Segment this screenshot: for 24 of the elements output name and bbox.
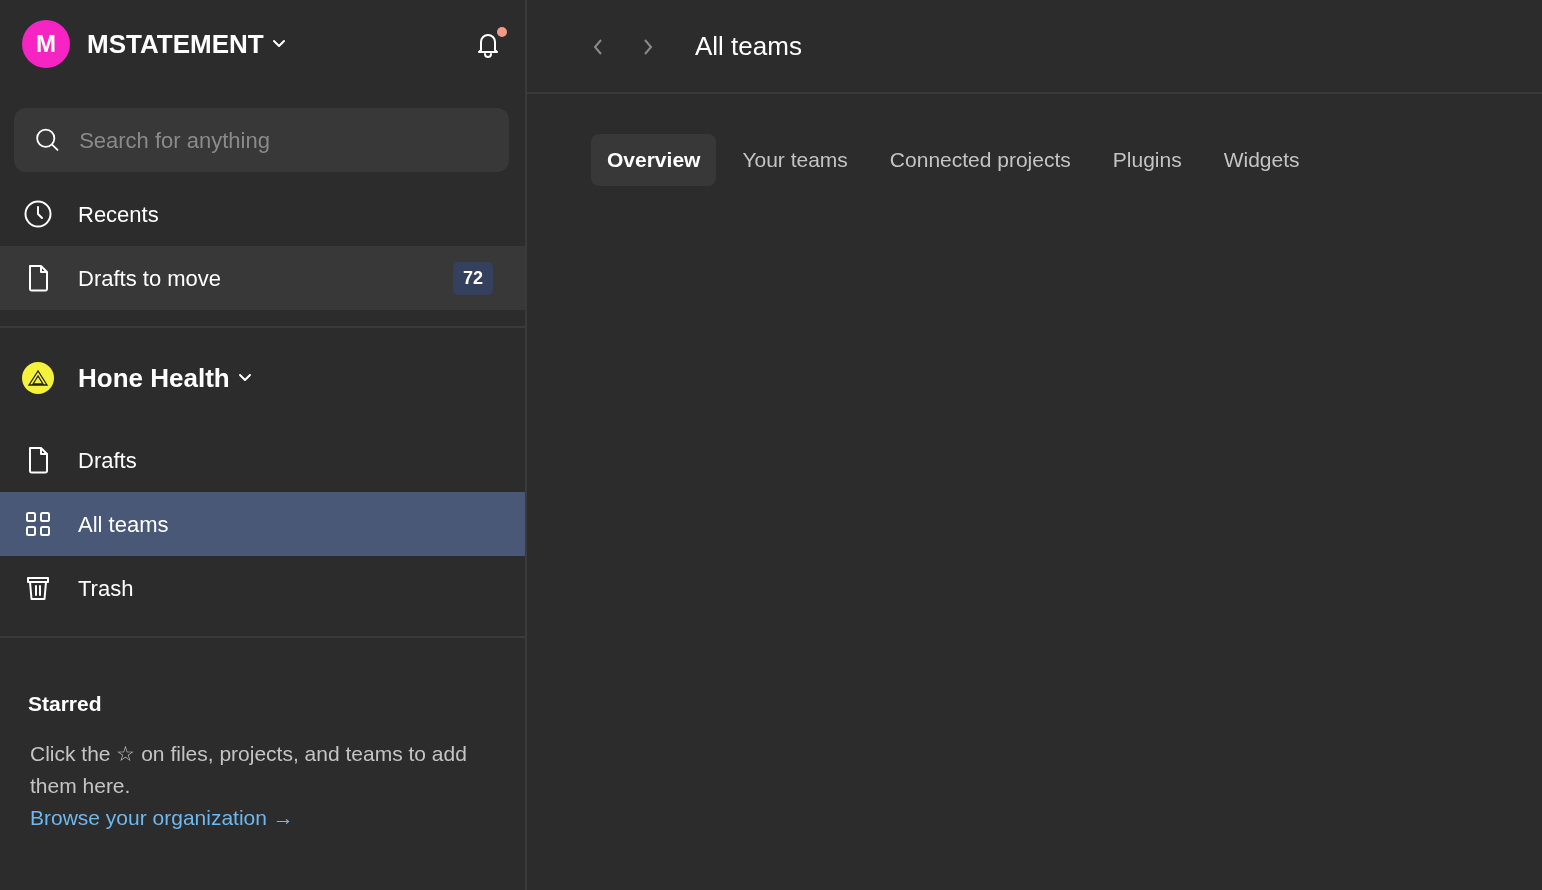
avatar: M (22, 20, 70, 68)
count-badge: 72 (452, 261, 493, 295)
browse-link[interactable]: Browse your organization → (30, 805, 294, 829)
section-heading: Starred (27, 691, 103, 717)
tab[interactable]: Overview (591, 134, 717, 186)
tab[interactable]: Plugins (1096, 134, 1198, 186)
sidebar-item[interactable]: Trash (0, 556, 525, 620)
trash-icon (24, 574, 52, 602)
sidebar-item[interactable]: Drafts to move 72 (0, 246, 525, 310)
tab[interactable]: Widgets (1207, 134, 1316, 186)
search-input[interactable]: Search for anything (77, 122, 489, 158)
tab[interactable]: Connected projects (873, 134, 1087, 186)
organization-logo (22, 362, 54, 394)
help-text: Click the ☆ on files, projects, and teams to add them here. (29, 740, 468, 799)
search-field[interactable]: Search for anything (14, 108, 509, 172)
tab[interactable]: Your teams (726, 134, 864, 186)
grid-icon (24, 510, 52, 538)
clock-icon (24, 200, 52, 228)
sidebar-item[interactable]: Drafts (0, 428, 525, 492)
sidebar-item[interactable]: Recents (0, 182, 525, 246)
account-menu[interactable]: MSTATEMENT (86, 23, 287, 65)
sidebar-item[interactable]: All teams (0, 492, 525, 556)
page-title: All teams (695, 29, 802, 63)
organization-menu[interactable]: Hone Health (78, 358, 252, 398)
